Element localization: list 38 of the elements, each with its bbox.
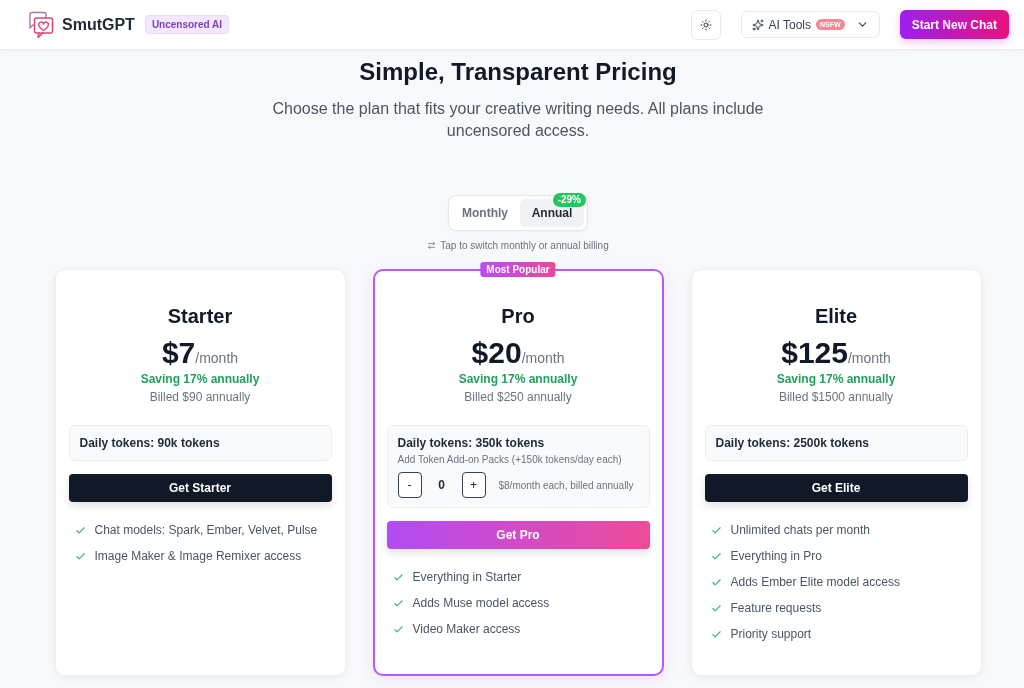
popular-badge: Most Popular xyxy=(480,262,556,277)
addon-price-note: $8/month each, billed annually xyxy=(498,479,634,491)
price-period: /month xyxy=(521,350,565,366)
feature-text: Feature requests xyxy=(730,601,822,615)
plan-price: $7 xyxy=(161,335,196,371)
daily-tokens-text: Daily tokens: 350k tokens xyxy=(397,435,546,451)
feature-text: Everything in Starter xyxy=(412,570,522,584)
page-title: Simple, Transparent Pricing xyxy=(359,57,677,87)
billed-text: Billed $250 annually xyxy=(463,389,573,405)
saving-text: Saving 17% annually xyxy=(775,371,897,387)
feature-text: Unlimited chats per month xyxy=(730,523,870,537)
price-period: /month xyxy=(195,350,239,366)
plan-name: Pro xyxy=(500,304,536,329)
feature-text: Everything in Pro xyxy=(730,549,822,563)
brand-badge: Uncensored AI xyxy=(144,15,230,34)
brand-name: SmutGPT xyxy=(62,15,135,34)
feature-text: Adds Ember Elite model access xyxy=(730,575,900,589)
feature-text: Adds Muse model access xyxy=(412,596,550,610)
plan-price: $20 xyxy=(471,335,522,371)
billing-hint: Tap to switch monthly or annual billing xyxy=(440,240,609,251)
saving-text: Saving 17% annually xyxy=(457,371,579,387)
plan-price: $125 xyxy=(781,335,848,371)
saving-text: Saving 17% annually xyxy=(139,371,261,387)
billed-text: Billed $90 annually xyxy=(148,389,252,405)
daily-tokens-text: Daily tokens: 2500k tokens xyxy=(715,435,870,451)
feature-text: Chat models: Spark, Ember, Velvet, Pulse xyxy=(94,523,318,537)
billed-text: Billed $1500 annually xyxy=(777,389,895,405)
discount-badge: -29% xyxy=(552,193,586,207)
plan-name: Elite xyxy=(813,304,859,329)
daily-tokens-text: Daily tokens: 90k tokens xyxy=(79,435,221,451)
feature-text: Video Maker access xyxy=(412,622,521,636)
feature-text: Image Maker & Image Remixer access xyxy=(94,549,302,563)
feature-text: Priority support xyxy=(730,627,812,641)
addon-text: Add Token Add-on Packs (+150k tokens/day each) xyxy=(397,453,623,467)
price-period: /month xyxy=(847,350,891,366)
addon-count: 0 xyxy=(437,478,446,492)
page-subtitle: Choose the plan that fits your creative writing needs. All plans include uncensored access. xyxy=(271,99,765,141)
plan-name: Starter xyxy=(166,304,234,329)
